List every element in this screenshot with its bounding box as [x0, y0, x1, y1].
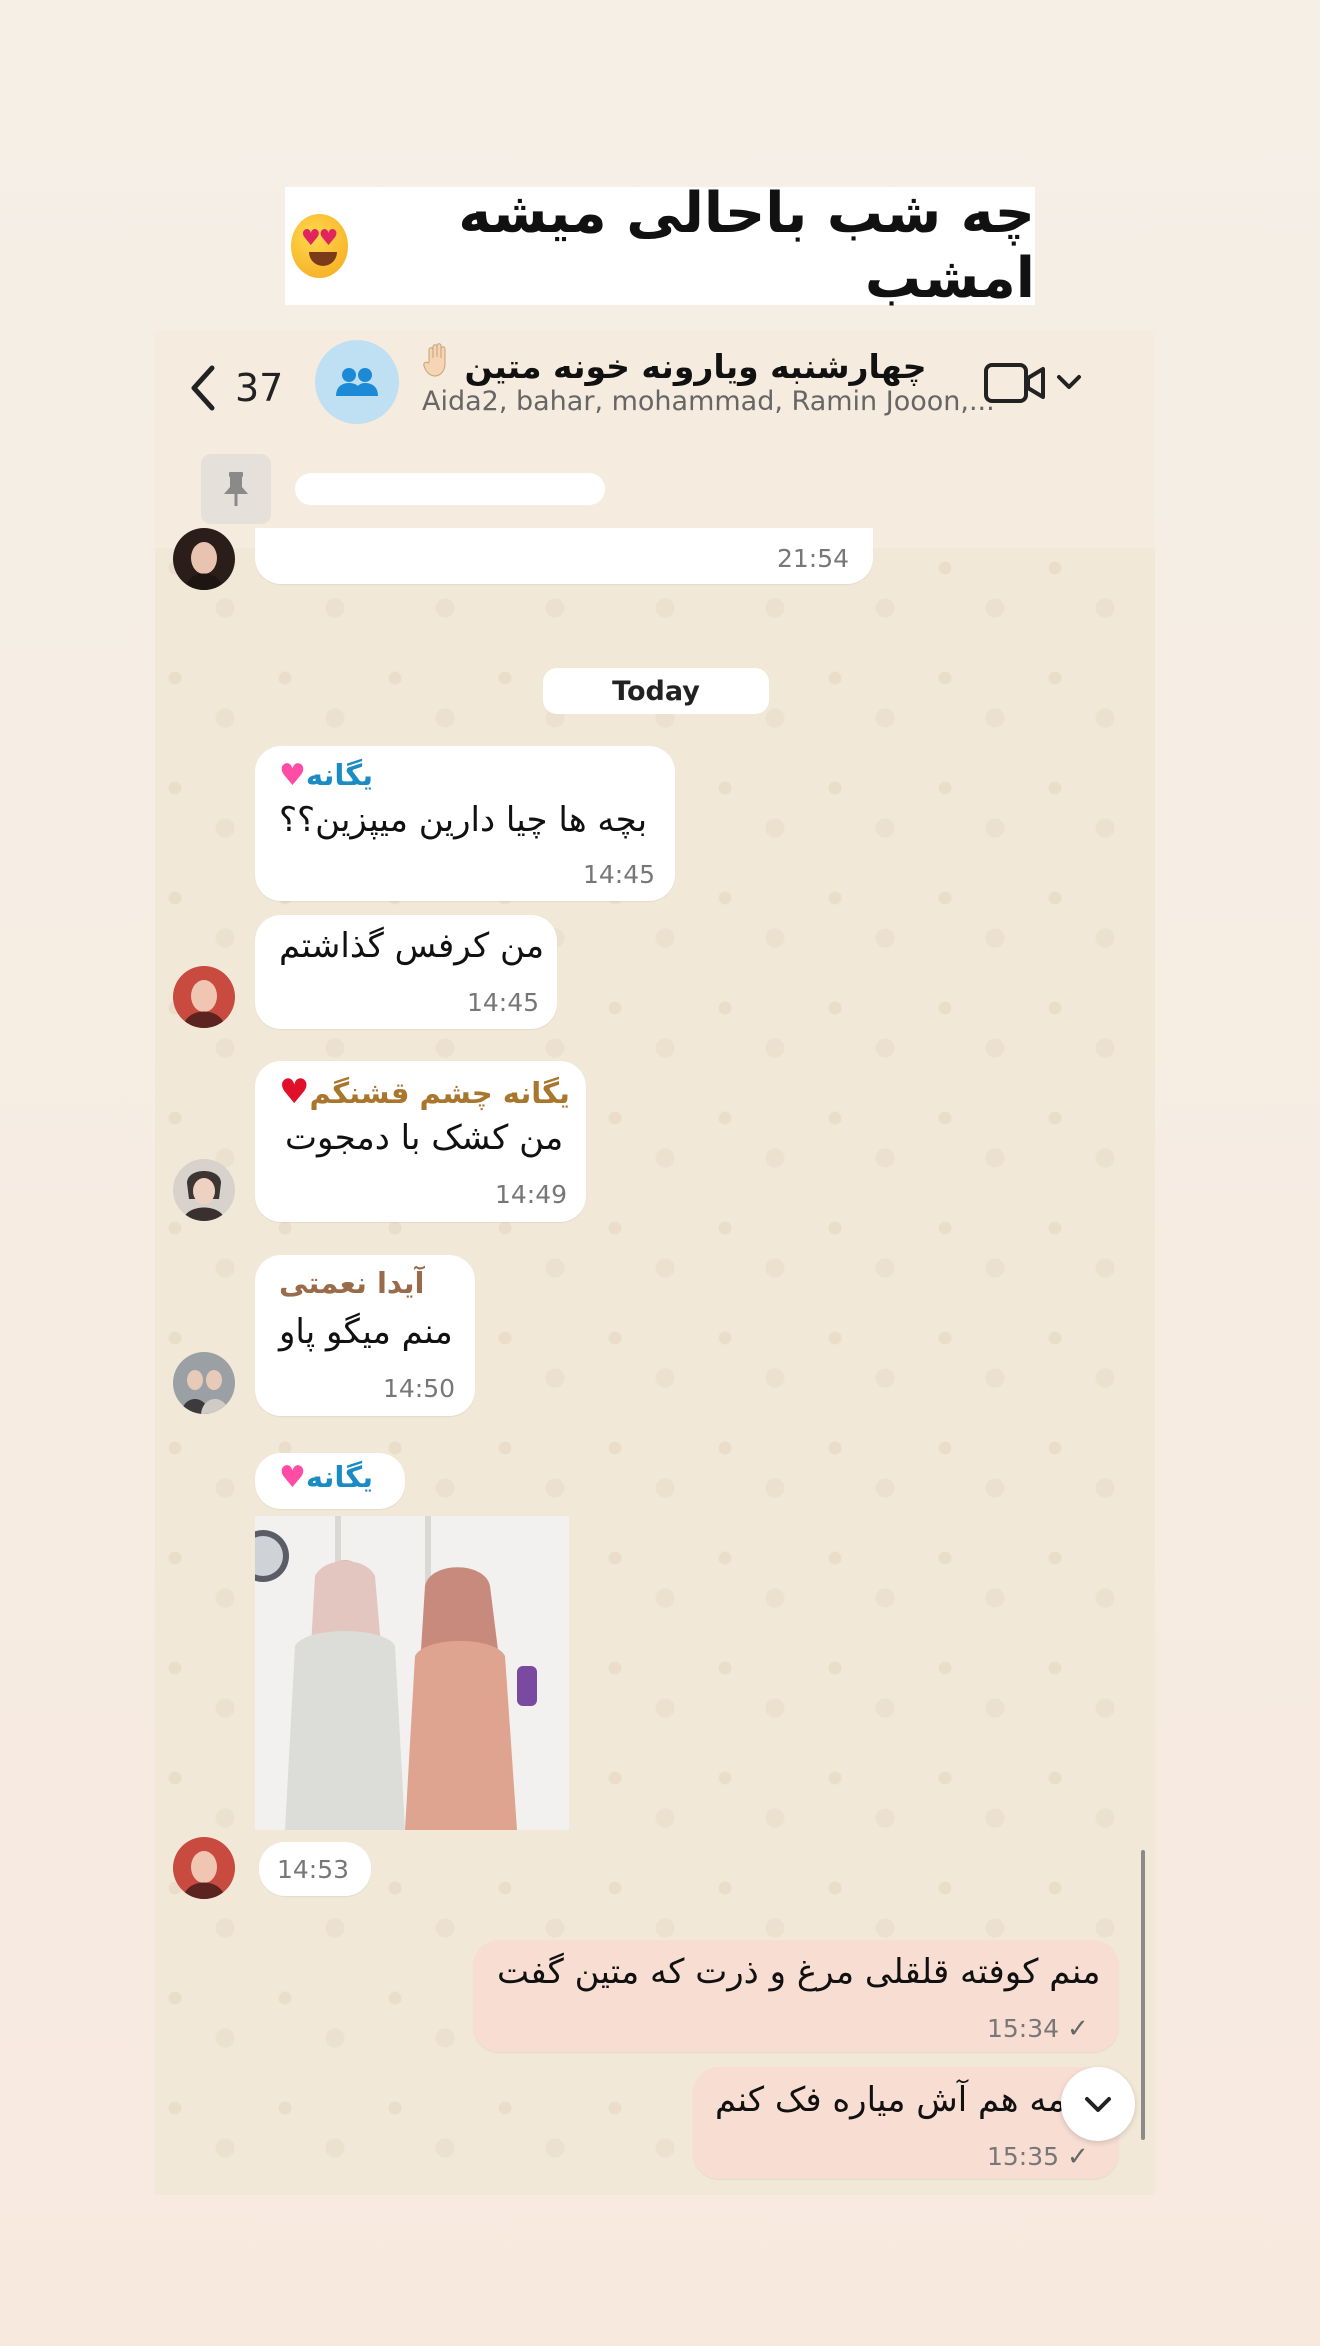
avatar[interactable]	[173, 1352, 235, 1414]
message-time: 14:50	[383, 1374, 456, 1403]
message-time: 21:54	[777, 544, 850, 573]
raised-hand-emoji-icon	[423, 342, 453, 387]
avatar[interactable]	[173, 1159, 235, 1221]
message-text: بچه ها چیا دارین میپزین؟؟	[279, 800, 648, 840]
message-time: 15:34 ✓	[987, 2014, 1089, 2044]
sent-check-icon: ✓	[1067, 2142, 1089, 2172]
sender-name[interactable]: یگانه♥	[279, 1460, 373, 1495]
scrollbar[interactable]	[1141, 1850, 1145, 2140]
message-text: منم کوفته قلقلی مرغ و ذرت که متین گفت	[497, 1952, 1101, 1992]
pinned-message-preview[interactable]	[295, 473, 605, 505]
sender-name[interactable]: یگانه چشم قشنگم♥	[279, 1072, 570, 1112]
message-text: منم میگو پاو	[279, 1312, 453, 1352]
sparkling-heart-icon: ♥	[279, 758, 306, 793]
message-time: 15:35 ✓	[987, 2142, 1089, 2172]
group-avatar[interactable]	[315, 340, 399, 424]
avatar[interactable]	[173, 966, 235, 1028]
back-chevron-icon[interactable]	[183, 358, 223, 418]
message-text: من کشک با دمجوت	[285, 1118, 564, 1158]
date-divider: Today	[543, 668, 769, 714]
heart-eyes-emoji-icon	[291, 214, 349, 278]
video-call-icon[interactable]	[983, 358, 1047, 408]
message-text: من کرفس گذاشتم	[279, 926, 545, 966]
chevron-down-icon[interactable]	[1055, 370, 1083, 394]
group-icon	[336, 368, 378, 396]
scroll-to-bottom-button[interactable]	[1061, 2067, 1135, 2141]
sent-check-icon: ✓	[1067, 2014, 1089, 2044]
caption-text: چه شب باحالی میشه امشب	[458, 181, 1035, 311]
chat-screen: 37 چهارشنبه ویارونه خونه متین Aida2, bah…	[155, 330, 1155, 2195]
photo-message[interactable]	[255, 1516, 569, 1830]
unread-count[interactable]: 37	[235, 358, 283, 418]
chevron-down-icon	[1085, 2097, 1111, 2112]
avatar[interactable]	[173, 1837, 235, 1899]
group-title-text: چهارشنبه ویارونه خونه متین	[464, 347, 927, 386]
message-time: 14:45	[467, 988, 540, 1017]
sender-name[interactable]: یگانه♥	[279, 758, 373, 793]
group-members[interactable]: Aida2, bahar, mohammad, Ramin Jooon,...	[422, 386, 995, 417]
message-text: مه هم آش میاره فک کنم	[715, 2080, 1066, 2120]
red-heart-icon: ♥	[279, 1072, 310, 1112]
pin-icon[interactable]	[201, 454, 271, 524]
message-time: 14:53	[277, 1855, 350, 1884]
message-time: 14:49	[495, 1180, 568, 1209]
message-time: 14:45	[583, 860, 656, 889]
story-caption: چه شب باحالی میشه امشب	[285, 181, 1035, 311]
sparkling-heart-icon: ♥	[279, 1460, 306, 1495]
group-title[interactable]: چهارشنبه ویارونه خونه متین	[423, 342, 926, 387]
avatar[interactable]	[173, 528, 235, 590]
sender-name[interactable]: آیدا نعمتی	[279, 1266, 425, 1300]
